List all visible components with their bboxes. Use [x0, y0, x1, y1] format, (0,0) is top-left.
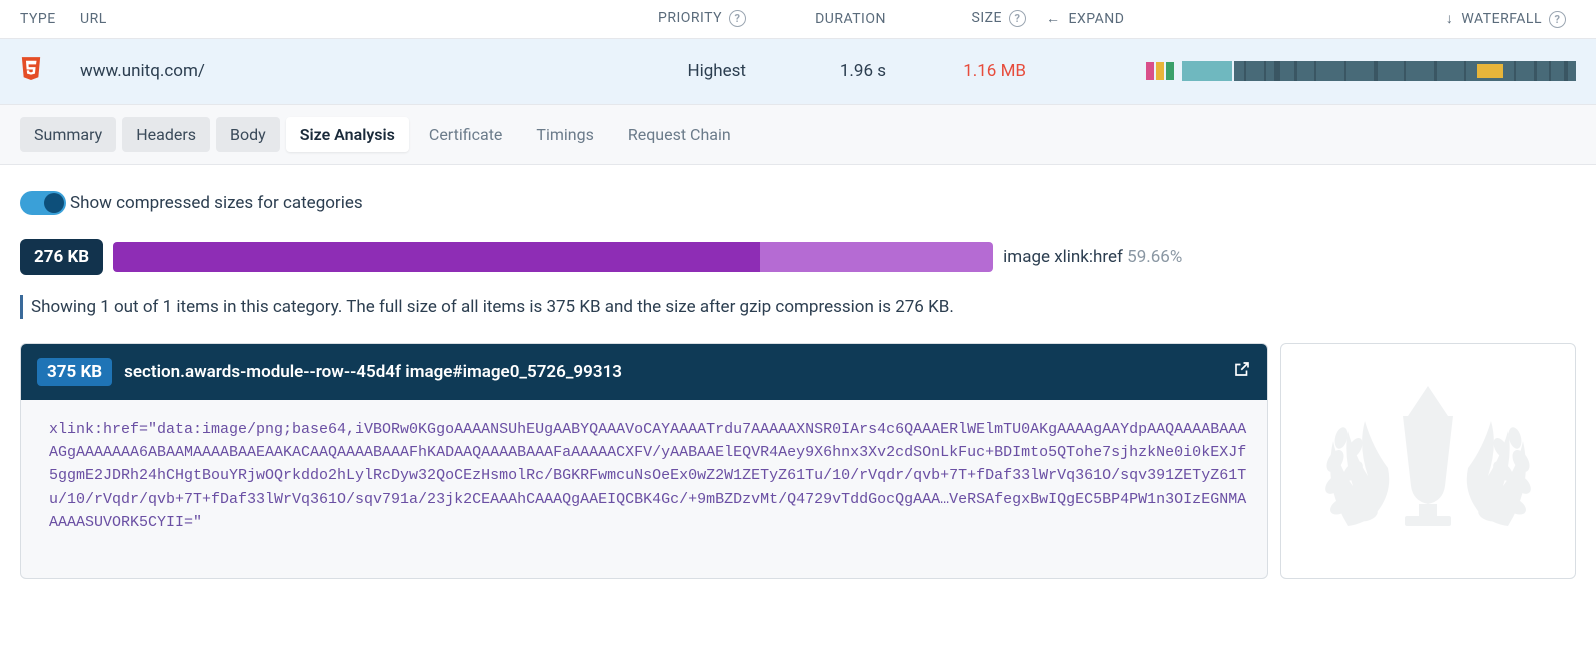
category-size-bar[interactable]: [113, 242, 993, 272]
tab-certificate[interactable]: Certificate: [415, 117, 517, 152]
category-label: image xlink:href: [1003, 247, 1123, 267]
resource-type-cell: [20, 57, 80, 86]
size-item: 375 KB section.awards-module--row--45d4f…: [20, 343, 1268, 579]
toggle-knob-icon: [44, 193, 64, 213]
tab-size-analysis[interactable]: Size Analysis: [286, 117, 409, 152]
category-info-line: Showing 1 out of 1 items in this categor…: [20, 295, 1576, 319]
preview-thumbnail: [1280, 343, 1576, 579]
col-header-priority: PRIORITY ?: [626, 10, 786, 27]
col-header-size-label: SIZE: [972, 11, 1002, 27]
item-title: section.awards-module--row--45d4f image#…: [124, 362, 1221, 382]
size-item-header: 375 KB section.awards-module--row--45d4f…: [21, 344, 1267, 400]
waterfall-bar: [1146, 61, 1576, 81]
tab-bar: Summary Headers Body Size Analysis Certi…: [0, 105, 1596, 165]
col-header-waterfall: ↓ WATERFALL ?: [1146, 10, 1576, 28]
help-icon[interactable]: ?: [1549, 11, 1566, 28]
network-table-header: TYPE URL PRIORITY ? DURATION SIZE ? ← EX…: [0, 0, 1596, 39]
help-icon[interactable]: ?: [1009, 10, 1026, 27]
category-pct: 59.66%: [1127, 247, 1182, 267]
item-size-badge: 375 KB: [37, 358, 112, 386]
compressed-sizes-toggle[interactable]: [20, 191, 66, 215]
col-header-duration: DURATION: [786, 11, 926, 27]
waterfall-label: WATERFALL: [1461, 11, 1542, 27]
priority-cell: Highest: [626, 61, 786, 81]
category-size-badge: 276 KB: [20, 239, 103, 275]
tab-summary[interactable]: Summary: [20, 117, 116, 152]
tab-request-chain[interactable]: Request Chain: [614, 117, 745, 152]
expand-label: EXPAND: [1068, 11, 1124, 27]
category-size-meta: image xlink:href 59.66%: [1003, 247, 1182, 267]
size-cell: 1.16 MB: [926, 61, 1046, 81]
html5-icon: [20, 57, 42, 81]
toggle-label: Show compressed sizes for categories: [70, 193, 363, 213]
expand-button[interactable]: ← EXPAND: [1046, 10, 1146, 27]
tab-timings[interactable]: Timings: [522, 117, 607, 152]
col-header-size: SIZE ?: [926, 10, 1046, 27]
url-cell: www.unitq.com/: [80, 61, 626, 81]
help-icon[interactable]: ?: [729, 10, 746, 27]
col-header-url: URL: [80, 11, 626, 27]
col-header-type: TYPE: [20, 11, 80, 27]
duration-cell: 1.96 s: [786, 61, 926, 81]
network-table-row[interactable]: www.unitq.com/ Highest 1.96 s 1.16 MB: [0, 39, 1596, 105]
tab-headers[interactable]: Headers: [122, 117, 210, 152]
open-external-icon[interactable]: [1233, 360, 1251, 383]
item-body-code: xlink:href="data:image/png;base64,iVBORw…: [21, 400, 1267, 558]
arrow-left-icon: ←: [1046, 11, 1061, 27]
arrow-down-icon: ↓: [1446, 11, 1454, 27]
col-header-priority-label: PRIORITY: [658, 11, 722, 27]
tab-body[interactable]: Body: [216, 117, 280, 152]
award-laurel-icon: [1293, 356, 1563, 566]
